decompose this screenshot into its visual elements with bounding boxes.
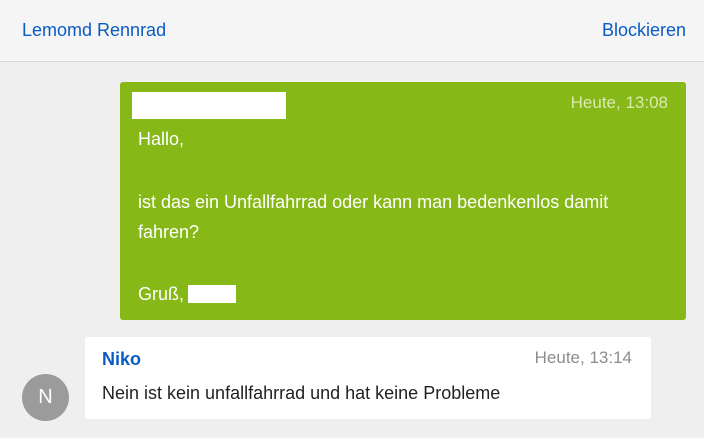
- listing-title-link[interactable]: Lemomd Rennrad: [22, 20, 166, 41]
- outgoing-message-timestamp: Heute, 13:08: [570, 93, 668, 112]
- outgoing-message-signoff: Gruß,: [138, 284, 185, 304]
- outgoing-message-body-line2: fahren?: [138, 222, 200, 242]
- redacted-sender-name: [132, 92, 286, 119]
- incoming-message-text: Nein ist kein unfallfahrrad und hat kein…: [102, 383, 501, 403]
- incoming-message-timestamp: Heute, 13:14: [534, 348, 632, 367]
- redacted-signature: [188, 285, 237, 303]
- conversation-header: Lemomd Rennrad Blockieren: [0, 0, 704, 62]
- outgoing-message-body-line1: ist das ein Unfallfahrrad oder kann man …: [138, 192, 609, 212]
- incoming-message-bubble: Niko Heute, 13:14 Nein ist kein unfallfa…: [85, 337, 651, 419]
- outgoing-message-bubble: Heute, 13:08 Hallo, ist das ein Unfallfa…: [120, 82, 686, 320]
- block-button[interactable]: Blockieren: [602, 20, 686, 41]
- avatar: N: [22, 374, 69, 421]
- outgoing-message-signoff-line: Gruß,: [138, 284, 237, 305]
- avatar-initial: N: [38, 386, 53, 408]
- sender-name-link[interactable]: Niko: [102, 349, 141, 370]
- outgoing-message-greeting: Hallo,: [138, 129, 185, 149]
